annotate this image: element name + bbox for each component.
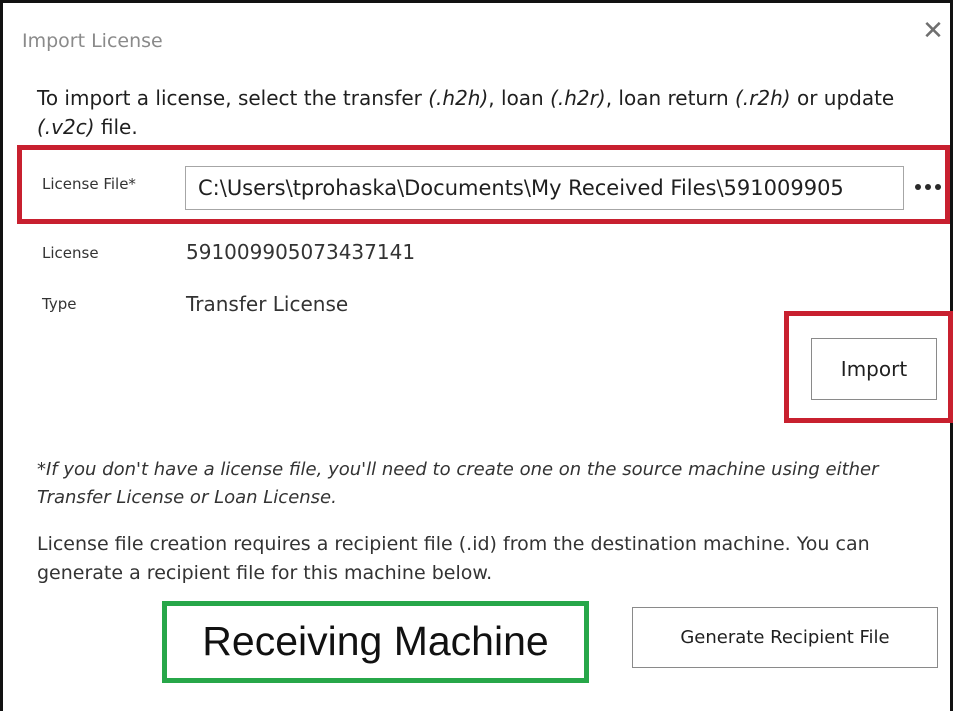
license-file-input[interactable] (185, 166, 904, 210)
ext-transfer: (.h2h) (428, 86, 489, 110)
dialog-title: Import License (22, 30, 163, 52)
instruction-part: , loan (488, 86, 551, 110)
instruction-part: To import a license, select the transfer (37, 86, 429, 110)
close-icon[interactable]: ✕ (920, 18, 946, 44)
dot (915, 184, 921, 190)
license-value: 591009905073437141 (186, 240, 416, 264)
ext-update: (.v2c) (37, 115, 95, 139)
instruction-part: or update (790, 86, 895, 110)
instruction-text: To import a license, select the transfer… (37, 84, 917, 142)
import-button[interactable]: Import (811, 338, 937, 400)
ext-loan-return: (.r2h) (735, 86, 791, 110)
type-value: Transfer License (186, 292, 349, 316)
generate-recipient-file-button[interactable]: Generate Recipient File (632, 607, 938, 668)
ext-loan: (.h2r) (550, 86, 606, 110)
license-file-label: License File* (42, 175, 136, 193)
instruction-part: file. (94, 115, 138, 139)
type-label: Type (42, 295, 77, 313)
dot (925, 184, 931, 190)
license-label: License (42, 244, 99, 262)
license-file-note: *If you don't have a license file, you'l… (37, 459, 879, 508)
instruction-part: , loan return (605, 86, 735, 110)
receiving-machine-label: Receiving Machine (202, 617, 549, 664)
dot (935, 184, 941, 190)
recipient-file-description: License file creation requires a recipie… (37, 533, 870, 584)
ellipsis-icon[interactable] (911, 172, 945, 202)
